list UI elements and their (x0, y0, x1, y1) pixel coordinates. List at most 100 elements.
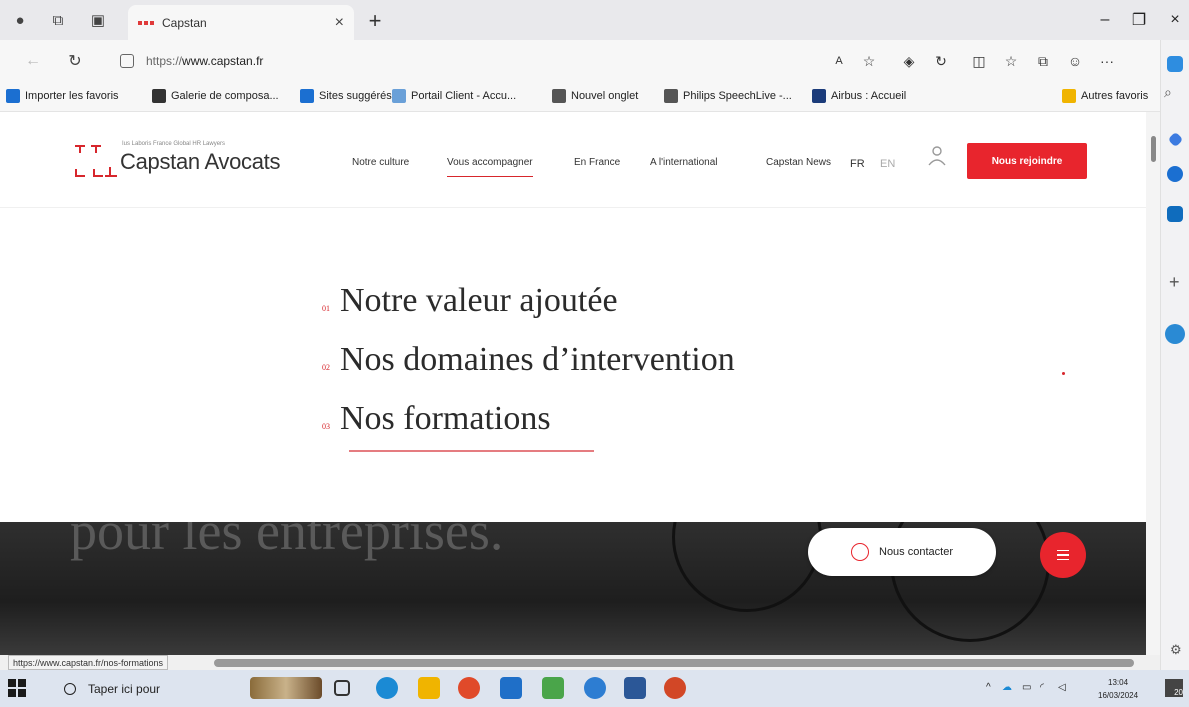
onedrive-icon[interactable]: ☁ (1002, 682, 1012, 693)
fav-galerie[interactable]: Galerie de composa... (152, 86, 279, 106)
feedback-icon[interactable]: ☺ (1062, 48, 1088, 74)
outlook-icon[interactable] (500, 677, 522, 699)
fav-portail-client[interactable]: Portail Client - Accu... (392, 86, 516, 106)
nav-capstan-news[interactable]: Capstan News (766, 157, 831, 168)
task-view-icon[interactable] (334, 680, 350, 696)
workspaces-icon[interactable]: ⧉ (44, 6, 72, 34)
tab-capstan[interactable]: Capstan × (128, 5, 354, 40)
fav-airbus[interactable]: Airbus : Accueil (812, 86, 906, 106)
settings-gear-icon[interactable]: ⚙ (1170, 642, 1182, 658)
favorite-label: Sites suggérés (319, 90, 392, 102)
favorite-star-icon[interactable]: ☆ (856, 48, 882, 74)
favorite-site-icon (392, 89, 406, 103)
menu-item-valeur[interactable]: 01 Notre valeur ajoutée (322, 282, 618, 320)
profile-icon[interactable]: ● (6, 6, 34, 34)
favorite-label: Importer les favoris (25, 90, 119, 102)
favorite-label: Philips SpeechLive -... (683, 90, 792, 102)
browser-essentials-icon[interactable]: ↻ (928, 48, 954, 74)
teams-icon[interactable] (542, 677, 564, 699)
menu-number: 02 (322, 363, 330, 372)
address-bar[interactable]: https:// www.capstan.fr (112, 47, 912, 75)
menu-label: Nos formations (340, 400, 551, 437)
games-icon[interactable] (1167, 166, 1183, 182)
contact-button[interactable]: Nous contacter (808, 528, 996, 576)
edge-app-icon[interactable] (1165, 324, 1185, 344)
fav-autres-favoris[interactable]: Autres favoris (1062, 86, 1148, 106)
nav-international[interactable]: A l'international (650, 157, 718, 168)
bicycle-wheel-image (672, 522, 822, 612)
fav-nouvel-onglet[interactable]: Nouvel onglet (552, 86, 638, 106)
edge-browser-icon[interactable] (376, 677, 398, 699)
volume-icon[interactable]: ◁ (1058, 682, 1066, 693)
outlook-icon[interactable] (1167, 206, 1183, 222)
capstan-logo-icon[interactable] (75, 145, 117, 177)
nav-vous-accompagner[interactable]: Vous accompagner (447, 157, 533, 177)
menu-item-formations[interactable]: 03 Nos formations (322, 400, 551, 438)
clock-date: 16/03/2024 (1098, 691, 1139, 700)
favorite-site-icon (812, 89, 826, 103)
join-button[interactable]: Nous rejoindre (967, 143, 1087, 179)
battery-icon[interactable]: ▭ (1022, 682, 1031, 693)
fav-importer[interactable]: Importer les favoris (6, 86, 119, 106)
user-account-icon[interactable] (928, 145, 946, 167)
close-window-button[interactable]: × (1160, 8, 1189, 32)
nav-en-france[interactable]: En France (574, 157, 620, 168)
nav-notre-culture[interactable]: Notre culture (352, 157, 409, 168)
refresh-icon[interactable]: ↻ (62, 48, 88, 74)
search-icon[interactable]: ⌕ (1164, 84, 1172, 101)
more-icon[interactable]: ··· (1094, 48, 1120, 74)
copilot-icon[interactable] (1167, 56, 1183, 72)
web-page: Ius Laboris France Global HR Lawyers Cap… (0, 112, 1146, 655)
favorites-icon[interactable]: ☆ (998, 48, 1024, 74)
hero-image-band: pour les entreprises. Nous contacter (0, 522, 1146, 655)
read-aloud-icon[interactable]: A (826, 48, 852, 74)
tab-close-icon[interactable]: × (335, 14, 344, 32)
powerpoint-icon[interactable] (664, 677, 686, 699)
favorite-site-icon (552, 89, 566, 103)
horizontal-scrollbar[interactable] (214, 659, 1134, 667)
hero-heading: pour les entreprises. (70, 522, 504, 561)
lock-icon (120, 54, 134, 68)
taskbar-search-placeholder: Taper ici pour (88, 682, 161, 696)
capstan-favicon-icon (138, 15, 154, 31)
logo-name[interactable]: Capstan Avocats (120, 149, 281, 175)
hamburger-menu-button[interactable] (1040, 532, 1086, 578)
menu-label: Notre valeur ajoutée (340, 282, 618, 319)
fav-sites-suggeres[interactable]: Sites suggérés (300, 86, 392, 106)
new-tab-button[interactable]: + (362, 8, 388, 34)
search-icon (64, 683, 76, 695)
word-icon[interactable] (624, 677, 646, 699)
extensions-icon[interactable]: ◈ (896, 48, 922, 74)
back-arrow-icon[interactable]: ← (20, 48, 46, 74)
lang-en[interactable]: EN (880, 158, 895, 170)
tab-title: Capstan (162, 15, 207, 30)
file-explorer-icon[interactable] (418, 677, 440, 699)
scroll-thumb[interactable] (1151, 136, 1156, 162)
contact-label: Nous contacter (879, 546, 953, 558)
menu-item-domaines[interactable]: 02 Nos domaines d’intervention (322, 341, 735, 379)
tray-chevron-icon[interactable]: ^ (986, 682, 991, 693)
split-screen-icon[interactable]: ◫ (966, 48, 992, 74)
restore-button[interactable]: ❐ (1124, 8, 1154, 32)
taskbar-search[interactable]: Taper ici pour (46, 674, 242, 704)
notifications-icon[interactable]: 20 (1165, 679, 1183, 697)
favorite-site-icon (300, 89, 314, 103)
menu-number: 03 (322, 422, 330, 431)
add-icon[interactable]: + (1169, 272, 1180, 293)
menu-label: Nos domaines d’intervention (340, 341, 735, 378)
search-highlight-icon[interactable] (250, 677, 322, 699)
collections-icon[interactable]: ⧉ (1030, 48, 1056, 74)
wifi-icon[interactable]: ◜ (1040, 682, 1044, 693)
favorite-label: Portail Client - Accu... (411, 90, 517, 102)
windows-start-icon[interactable] (8, 679, 26, 697)
fav-philips[interactable]: Philips SpeechLive -... (664, 86, 792, 106)
chrome-icon[interactable] (458, 677, 480, 699)
vertical-scrollbar[interactable] (1146, 112, 1160, 655)
lang-fr[interactable]: FR (850, 158, 865, 170)
minimize-button[interactable]: – (1090, 8, 1120, 32)
taskbar-clock[interactable]: 13:04 16/03/2024 (1098, 676, 1138, 702)
clock-time: 13:04 (1108, 678, 1129, 687)
messenger-icon[interactable] (584, 677, 606, 699)
tab-actions-icon[interactable]: ▣ (84, 6, 112, 34)
decorative-dot (1062, 372, 1065, 375)
